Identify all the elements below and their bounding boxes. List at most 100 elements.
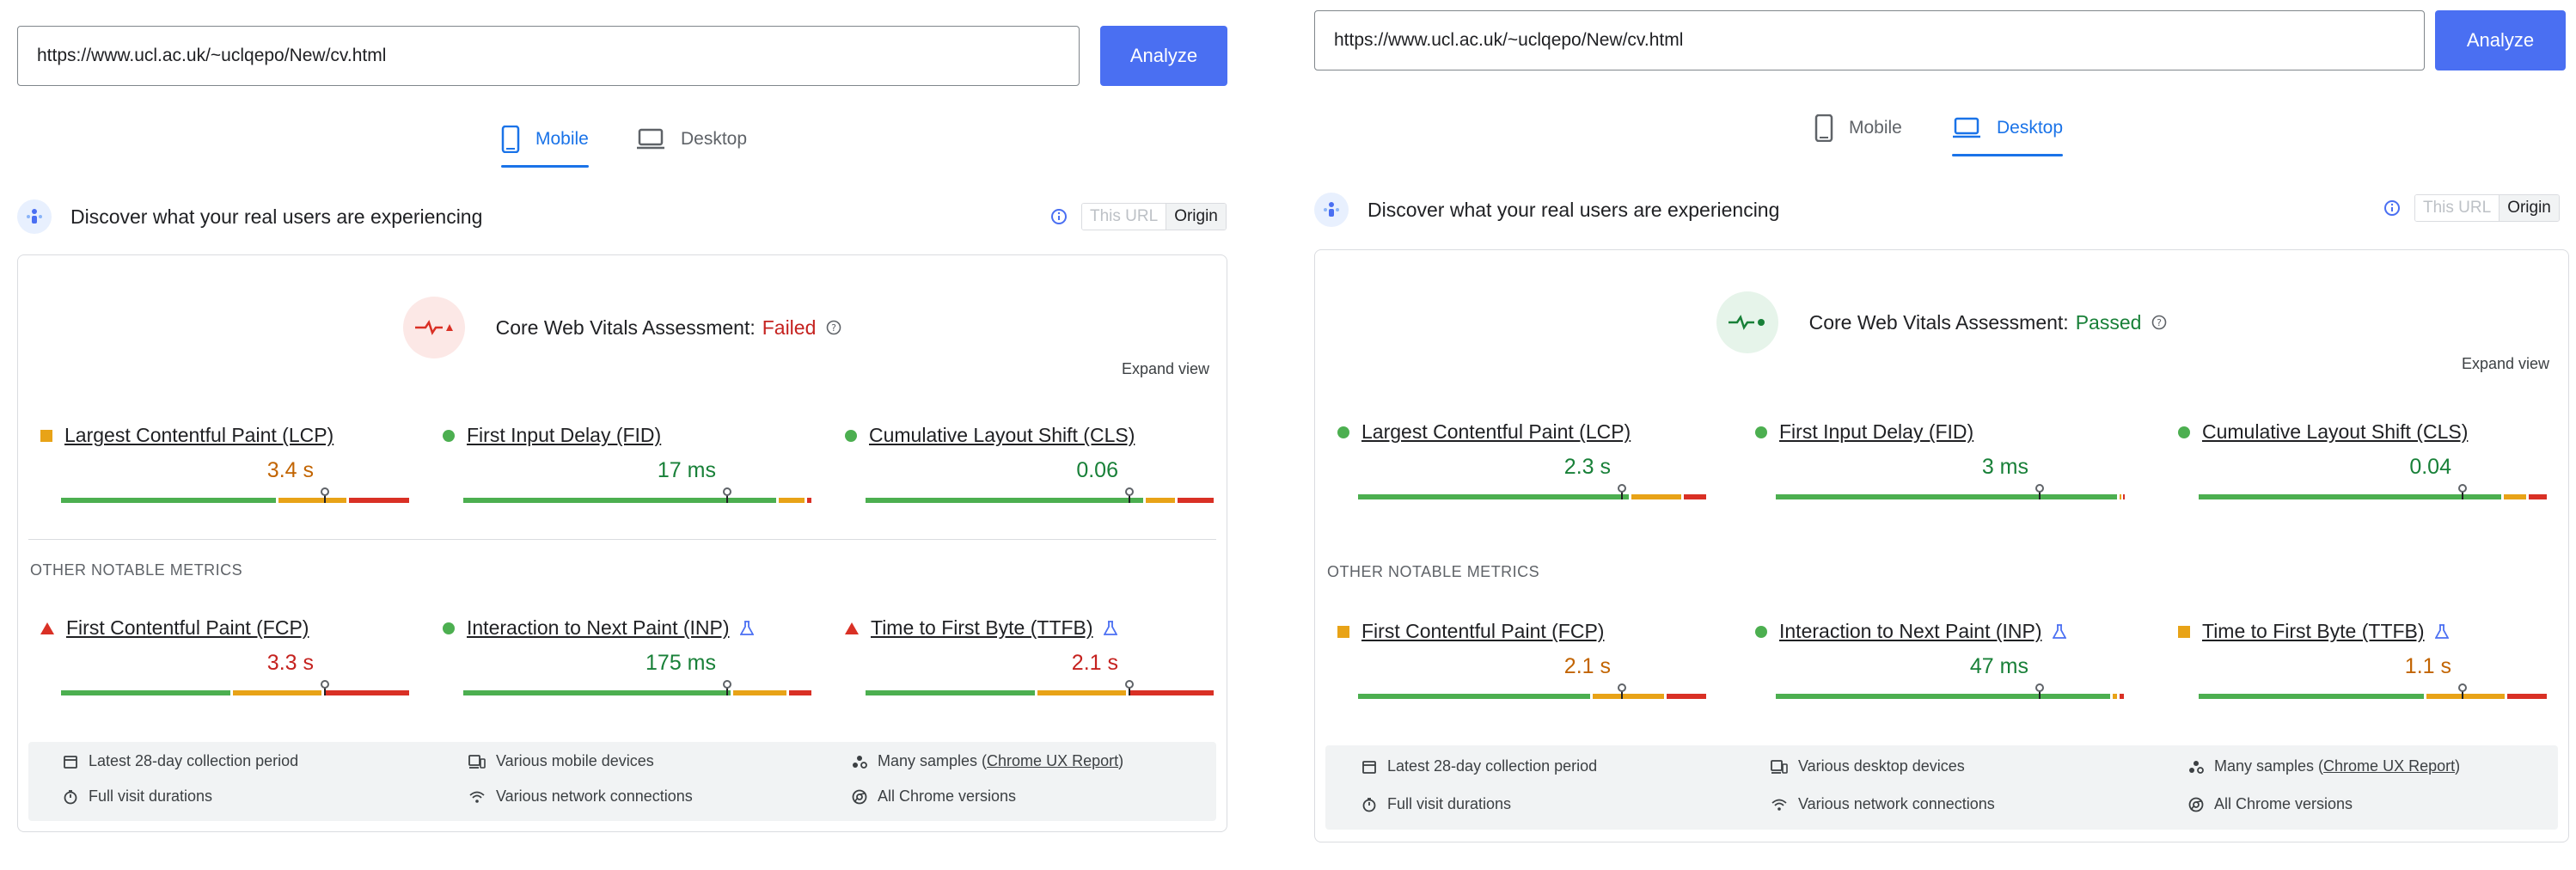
metric-name-link[interactable]: Cumulative Layout Shift (CLS)	[2202, 420, 2468, 444]
circle-indicator-icon	[1337, 426, 1349, 438]
device-types: Various mobile devices	[468, 752, 654, 770]
metric-header: First Contentful Paint (FCP)	[1337, 620, 1604, 643]
expand-view-link[interactable]: Expand view	[1122, 360, 1209, 378]
pagespeed-panel-mobile: https://www.ucl.ac.uk/~uclqepo/New/cv.ht…	[0, 0, 1238, 870]
metric-name-link[interactable]: Cumulative Layout Shift (CLS)	[869, 424, 1135, 447]
toggle-this-url[interactable]: This URL	[1082, 204, 1166, 230]
wifi-icon	[1771, 799, 1787, 811]
distribution-bar	[1776, 683, 2126, 699]
cwv-assessment: Core Web Vitals Assessment: Failed ?	[18, 297, 1227, 358]
expand-view-link[interactable]: Expand view	[2462, 355, 2549, 373]
good-segment	[463, 498, 777, 503]
metric-name-link[interactable]: Largest Contentful Paint (LCP)	[1361, 420, 1631, 444]
good-segment	[61, 690, 230, 695]
metric-name-link[interactable]: Interaction to Next Paint (INP)	[1779, 620, 2042, 643]
metric-header: Time to First Byte (TTFB)	[2178, 620, 2449, 643]
svg-text:?: ?	[2157, 317, 2163, 328]
circle-indicator-icon	[2178, 426, 2190, 438]
smartphone-icon	[1814, 114, 1833, 142]
users-icon	[1314, 193, 1349, 227]
calendar-icon	[64, 755, 77, 769]
metric-name-link[interactable]: First Contentful Paint (FCP)	[1361, 620, 1604, 643]
metric-fcp: First Contentful Paint (FCP) 2.1 s	[1337, 620, 1707, 706]
other-metrics-heading: OTHER NOTABLE METRICS	[30, 561, 243, 579]
p75-marker	[2458, 683, 2467, 699]
metric-name-link[interactable]: First Input Delay (FID)	[1779, 420, 1973, 444]
toggle-this-url[interactable]: This URL	[2415, 195, 2500, 221]
distribution-bar	[1358, 683, 1709, 699]
help-icon[interactable]: ?	[826, 320, 841, 335]
needs-improvement-segment	[1037, 690, 1126, 695]
laptop-icon	[637, 128, 664, 150]
metric-header: First Input Delay (FID)	[1755, 420, 1973, 444]
good-segment	[61, 498, 276, 503]
p75-marker	[1618, 484, 1626, 499]
toggle-origin[interactable]: Origin	[1166, 204, 1226, 230]
discover-heading: Discover what your real users are experi…	[17, 199, 482, 234]
chrome-ux-report-link[interactable]: Chrome UX Report	[2323, 757, 2455, 775]
p75-marker	[1125, 680, 1134, 695]
square-indicator-icon	[40, 429, 52, 442]
circle-indicator-icon	[1755, 426, 1767, 438]
visit-durations: Full visit durations	[1361, 795, 1511, 813]
circle-indicator-icon	[443, 429, 455, 442]
failed-vitals-icon	[402, 297, 465, 358]
cwv-assessment: Core Web Vitals Assessment: Passed ?	[1315, 291, 2568, 353]
metric-name-link[interactable]: First Input Delay (FID)	[467, 424, 661, 447]
chrome-ux-report-link[interactable]: Chrome UX Report	[987, 752, 1118, 770]
square-indicator-icon	[1337, 625, 1349, 638]
metric-name-link[interactable]: Largest Contentful Paint (LCP)	[64, 424, 333, 447]
metric-fcp: First Contentful Paint (FCP) 3.3 s	[40, 616, 410, 702]
distribution-bar	[866, 487, 1216, 503]
field-data-card: Core Web Vitals Assessment: Failed ? Exp…	[17, 254, 1227, 832]
metric-header: First Contentful Paint (FCP)	[40, 616, 309, 640]
distribution-bar	[463, 680, 814, 695]
metrics-divider	[28, 539, 1216, 540]
tab-mobile[interactable]: Mobile	[1814, 107, 1902, 150]
distribution-bar	[61, 487, 412, 503]
assessment-label: Core Web Vitals Assessment:	[1808, 310, 2069, 334]
metric-fid: First Input Delay (FID) 3 ms	[1755, 420, 2125, 506]
metric-cls: Cumulative Layout Shift (CLS) 0.06	[845, 424, 1215, 510]
url-input[interactable]: https://www.ucl.ac.uk/~uclqepo/New/cv.ht…	[17, 26, 1080, 86]
info-icon[interactable]	[1050, 208, 1068, 225]
discover-text: Discover what your real users are experi…	[70, 205, 483, 228]
metric-value: 2.3 s	[1563, 455, 1611, 479]
samples-suffix: )	[1118, 752, 1124, 769]
poor-segment	[789, 690, 811, 695]
distribution-bar	[2199, 484, 2549, 499]
analyze-button[interactable]: Analyze	[2435, 10, 2566, 70]
discover-heading: Discover what your real users are experi…	[1314, 193, 1779, 227]
metric-name-link[interactable]: Interaction to Next Paint (INP)	[467, 616, 730, 640]
info-icon[interactable]	[2383, 199, 2401, 217]
samples-prefix: Many samples (	[878, 752, 988, 769]
tab-desktop[interactable]: Desktop	[1952, 107, 2064, 156]
analyze-button[interactable]: Analyze	[1100, 26, 1227, 86]
devices-icon	[1771, 759, 1788, 774]
distribution-bar	[866, 680, 1216, 695]
metric-value: 3 ms	[1981, 455, 2028, 479]
distribution-bar	[1358, 484, 1709, 499]
metric-name-link[interactable]: First Contentful Paint (FCP)	[66, 616, 309, 640]
circle-indicator-icon	[845, 429, 857, 442]
metric-header: Largest Contentful Paint (LCP)	[40, 424, 333, 447]
collection-info-footer: Latest 28-day collection period Full vis…	[28, 742, 1216, 821]
tab-desktop[interactable]: Desktop	[636, 118, 747, 161]
triangle-indicator-icon	[40, 622, 54, 634]
needs-improvement-segment	[733, 690, 787, 695]
toggle-origin[interactable]: Origin	[2499, 195, 2559, 221]
collection-period: Latest 28-day collection period	[63, 752, 298, 770]
devices-icon	[468, 754, 486, 769]
samples-suffix: )	[2455, 757, 2461, 775]
url-input[interactable]: https://www.ucl.ac.uk/~uclqepo/New/cv.ht…	[1314, 10, 2425, 70]
help-icon[interactable]: ?	[2151, 315, 2167, 330]
circle-indicator-icon	[1755, 625, 1767, 638]
tab-mobile[interactable]: Mobile	[501, 118, 589, 168]
metric-name-link[interactable]: Time to First Byte (TTFB)	[2202, 620, 2425, 643]
network-connections-text: Various network connections	[496, 787, 693, 805]
p75-marker	[321, 487, 329, 503]
poor-segment	[324, 690, 409, 695]
metric-name-link[interactable]: Time to First Byte (TTFB)	[871, 616, 1093, 640]
poor-segment	[2119, 694, 2124, 699]
pagespeed-panel-desktop: https://www.ucl.ac.uk/~uclqepo/New/cv.ht…	[1302, 0, 2576, 870]
